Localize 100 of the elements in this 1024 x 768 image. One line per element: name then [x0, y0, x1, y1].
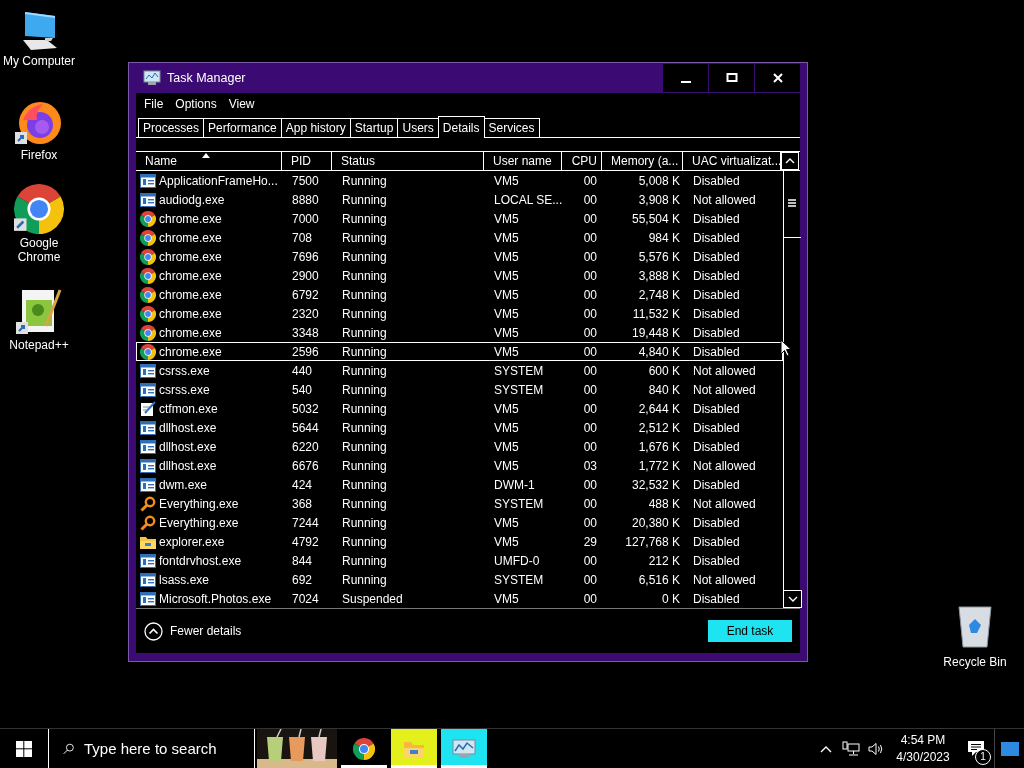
table-cell-text: Disabled [692, 401, 741, 416]
scroll-up-button[interactable] [781, 152, 799, 170]
fewer-details-button[interactable]: Fewer details [144, 621, 242, 641]
menu-item[interactable]: File [138, 97, 170, 111]
table-row[interactable]: chrome.exe 6792 Running VM5 00 2,748 K Disabled [136, 285, 783, 304]
table-cell-text: VM5 [493, 401, 520, 416]
table-cell: csrss.exe [159, 363, 210, 378]
table-cell-text: 00 [582, 401, 598, 416]
table-row[interactable]: Everything.exe 368 Running SYSTEM 00 488 K Not allowed [136, 494, 783, 513]
table-cell-text: Not allowed [692, 496, 757, 511]
column-header[interactable]: Name [136, 152, 282, 170]
end-task-button[interactable]: End task [708, 620, 792, 642]
chrome-icon [140, 210, 156, 227]
table-cell-text: 984 K [647, 230, 681, 245]
table-cell-text: 4792 [291, 534, 320, 549]
column-header[interactable]: PID [282, 152, 332, 170]
desktop-icon-label[interactable]: Google Chrome [1, 236, 77, 264]
table-row[interactable]: csrss.exe 540 Running SYSTEM 00 840 K Not allowed [136, 380, 783, 399]
clock-date[interactable]: 4/30/2023 [896, 750, 950, 764]
table-cell-text: 6,516 K [637, 572, 681, 587]
table-cell-text: 127,768 K [624, 534, 681, 549]
selected-row[interactable]: chrome.exe 2596 Running VM5 00 4,840 K Disabled [136, 342, 783, 361]
table-row[interactable]: ctfmon.exe 5032 Running VM5 00 2,644 K Disabled [136, 399, 783, 418]
table-cell-text: Disabled [692, 230, 741, 245]
table-cell-text: SYSTEM [493, 572, 545, 587]
table-cell-text: 488 K [647, 496, 681, 511]
desktop-icon-label[interactable]: Firefox [1, 148, 77, 162]
chevron-down-icon [787, 596, 798, 602]
table-cell-text: 2,512 K [637, 420, 681, 435]
column-header[interactable]: Status [332, 152, 484, 170]
close-button[interactable] [755, 64, 800, 92]
search-field[interactable]: Type here to search [84, 740, 254, 757]
chrome-icon[interactable] [14, 184, 64, 234]
table-row[interactable]: explorer.exe 4792 Running VM5 29 127,768 K Disabled [136, 532, 783, 551]
taskmgr-taskbar-button[interactable] [441, 729, 487, 768]
table-row[interactable]: chrome.exe 7696 Running VM5 00 5,576 K Disabled [136, 247, 783, 266]
table-row[interactable]: dllhost.exe 6220 Running VM5 00 1,676 K Disabled [136, 437, 783, 456]
maximize-button[interactable] [709, 64, 754, 92]
network-icon [841, 740, 860, 757]
table-cell-text: 00 [582, 439, 598, 454]
tab[interactable]: Startup [349, 118, 399, 137]
table-cell: chrome.exe [159, 325, 222, 340]
table-cell-text: Running [341, 173, 388, 188]
table-cell-text: 00 [582, 211, 598, 226]
desktop-icon-label[interactable]: Recycle Bin [937, 655, 1013, 669]
table-row[interactable]: chrome.exe 3348 Running VM5 00 19,448 K Disabled [136, 323, 783, 342]
table-cell-text: VM5 [493, 591, 520, 606]
recycle-bin-icon[interactable] [955, 603, 995, 649]
column-header[interactable]: User name [484, 152, 562, 170]
table-cell-text: Running [341, 249, 388, 264]
table-cell-text: Disabled [692, 591, 741, 606]
table-cell-text: 7024 [291, 591, 320, 606]
table-cell: chrome.exe [159, 211, 222, 226]
table-cell-text: Running [341, 211, 388, 226]
table-row[interactable]: csrss.exe 440 Running SYSTEM 00 600 K Not allowed [136, 361, 783, 380]
app-window-icon [140, 591, 156, 606]
notification-count: 1 [975, 749, 991, 765]
clock-time[interactable]: 4:54 PM [900, 733, 946, 747]
table-row[interactable]: lsass.exe 692 Running SYSTEM 00 6,516 K Not allowed [136, 570, 783, 589]
column-header[interactable]: Memory (a... [602, 152, 683, 170]
menu-item[interactable]: Options [169, 97, 223, 111]
table-cell-text: 708 [291, 230, 314, 245]
table-row[interactable]: chrome.exe 2900 Running VM5 00 3,888 K Disabled [136, 266, 783, 285]
chevron-up-icon [785, 158, 795, 164]
table-row[interactable]: chrome.exe 7000 Running VM5 00 55,504 K Disabled [136, 209, 783, 228]
table-row[interactable]: chrome.exe 708 Running VM5 00 984 K Disabled [136, 228, 783, 247]
table-cell-text: Running [341, 325, 388, 340]
tab[interactable]: Services [483, 118, 540, 137]
table-cell-text: SYSTEM [493, 382, 545, 397]
table-row[interactable]: Microsoft.Photos.exe 7024 Suspended VM5 00 0 K Disabled [136, 589, 783, 608]
table-row[interactable]: fontdrvhost.exe 844 Running UMFD-0 00 212 K Disabled [136, 551, 783, 570]
table-row[interactable]: dllhost.exe 5644 Running VM5 00 2,512 K Disabled [136, 418, 783, 437]
table-cell-text: Disabled [692, 173, 741, 188]
tab[interactable]: App history [280, 118, 351, 137]
table-row[interactable]: ApplicationFrameHo... 7500 Running VM5 00 5,008 K Disabled [136, 171, 783, 190]
desktop-icon-label[interactable]: Notepad++ [1, 338, 77, 352]
table-cell-text: Running [341, 553, 388, 568]
table-cell-text: 7244 [291, 515, 320, 530]
table-cell-text: 5644 [291, 420, 320, 435]
tab[interactable]: Processes [138, 118, 205, 137]
table-row[interactable]: Everything.exe 7244 Running VM5 00 20,380 K Disabled [136, 513, 783, 532]
table-cell: ctfmon.exe [159, 401, 218, 416]
table-row[interactable]: dwm.exe 424 Running DWM-1 00 32,532 K Disabled [136, 475, 783, 494]
table-cell-text: 844 [291, 553, 314, 568]
tab[interactable]: Details [437, 116, 485, 138]
chrome-icon [140, 286, 156, 303]
table-row[interactable]: dllhost.exe 6676 Running VM5 03 1,772 K Not allowed [136, 456, 783, 475]
menu-item[interactable]: View [222, 97, 261, 111]
table-row[interactable]: audiodg.exe 8880 Running LOCAL SE... 00 3,908 K Not allowed [136, 190, 783, 209]
scroll-down-button[interactable] [784, 590, 802, 608]
app-window-icon [140, 458, 156, 473]
table-cell-text: 2,644 K [637, 401, 681, 416]
table-cell-text: 212 K [647, 553, 681, 568]
table-cell-text: Not allowed [692, 382, 757, 397]
table-row[interactable]: chrome.exe 2320 Running VM5 00 11,532 K Disabled [136, 304, 783, 323]
table-cell-text: 2596 [291, 344, 320, 359]
desktop-icon-label[interactable]: My Computer [1, 54, 77, 68]
app-window-icon [140, 477, 156, 492]
column-header[interactable]: CPU [562, 152, 602, 170]
table-cell-text: 3348 [291, 325, 320, 340]
